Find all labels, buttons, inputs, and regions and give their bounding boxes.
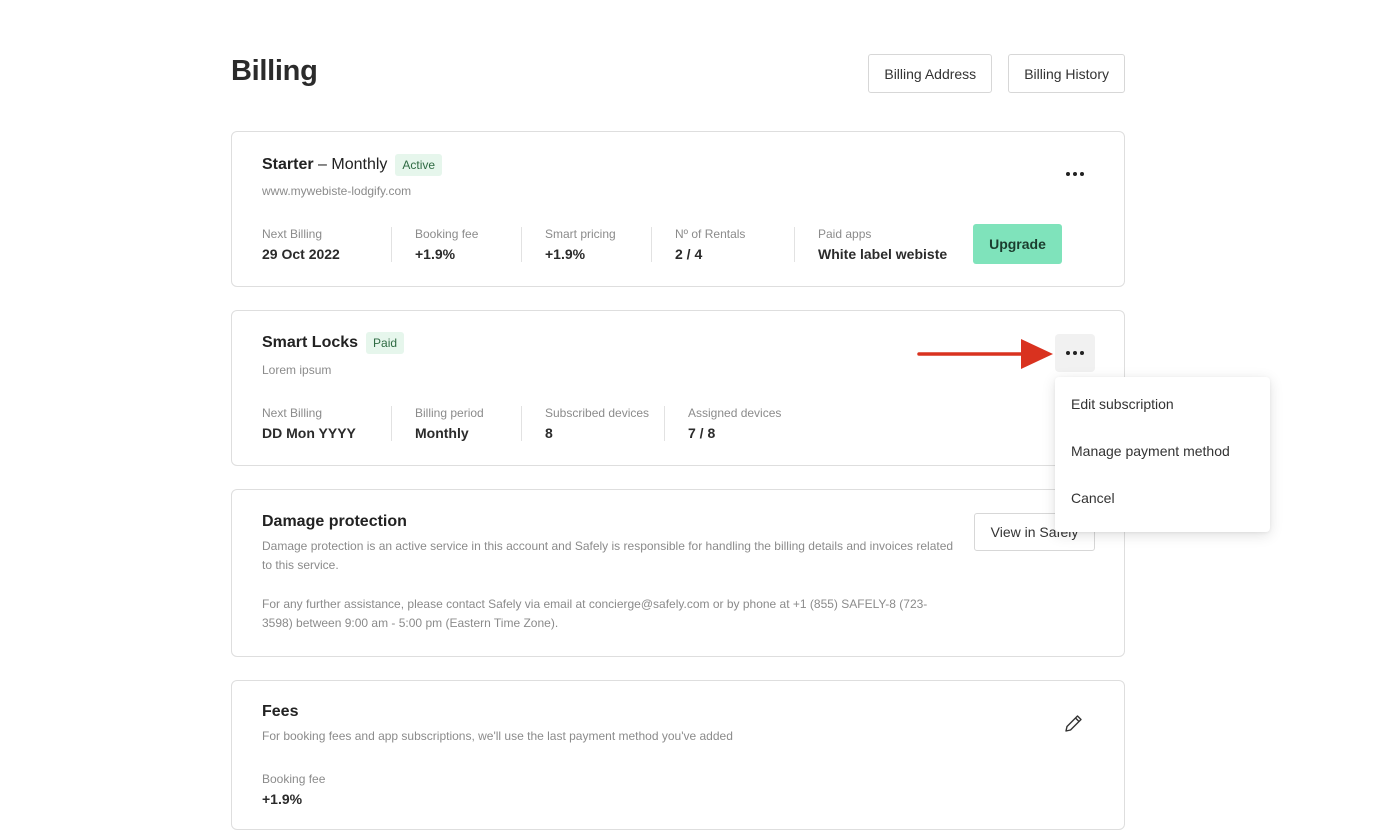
plan-name: Starter [262, 156, 314, 173]
stat-value: 2 / 4 [675, 246, 703, 262]
damage-protection-paragraph-2: For any further assistance, please conta… [262, 597, 928, 630]
status-badge: Active [395, 154, 443, 176]
more-horizontal-icon [1066, 172, 1084, 176]
stat-booking-fee: Booking fee +1.9% [262, 772, 349, 807]
fees-description: For booking fees and app subscriptions, … [262, 729, 733, 743]
stat-value: White label webiste [818, 246, 948, 262]
stat-label: Nº of Rentals [675, 227, 746, 241]
smart-locks-title-row: Smart Locks Paid [262, 332, 405, 354]
fees-title-row: Fees [262, 703, 298, 721]
smart-locks-card: Smart Locks Paid Lorem ipsum Next Billin… [231, 310, 1125, 466]
stat-value: Monthly [415, 425, 469, 441]
stat-label: Paid apps [818, 227, 872, 241]
billing-address-button[interactable]: Billing Address [868, 54, 993, 93]
starter-more-button[interactable] [1055, 155, 1095, 193]
damage-protection-card: Damage protection Damage protection is a… [231, 489, 1125, 657]
billing-history-button[interactable]: Billing History [1008, 54, 1125, 93]
pencil-icon[interactable] [1062, 711, 1086, 735]
stat-value: DD Mon YYYY [262, 425, 356, 441]
fees-stats: Booking fee +1.9% [262, 772, 372, 807]
stat-label: Booking fee [262, 772, 326, 786]
stat-label: Next Billing [262, 227, 323, 241]
stat-smart-pricing: Smart pricing +1.9% [545, 227, 652, 262]
annotation-arrow-icon [917, 339, 1053, 369]
plan-website: www.mywebiste-lodgify.com [262, 184, 412, 198]
plan-title: Starter – Monthly [262, 156, 387, 174]
stat-value: 29 Oct 2022 [262, 246, 340, 262]
plan-title-row: Starter – Monthly Active [262, 154, 443, 176]
subscription-menu: Edit subscription Manage payment method … [1055, 377, 1270, 532]
stat-label: Smart pricing [545, 227, 616, 241]
paid-badge: Paid [366, 332, 405, 354]
fees-card: Fees For booking fees and app subscripti… [231, 680, 1125, 830]
plan-period: – Monthly [318, 156, 388, 173]
stat-next-billing: Next Billing 29 Oct 2022 [262, 227, 392, 262]
stat-booking-fee: Booking fee +1.9% [415, 227, 522, 262]
stat-label: Booking fee [415, 227, 479, 241]
stat-label: Next Billing [262, 406, 323, 420]
stat-value: 8 [545, 425, 553, 441]
smart-locks-description: Lorem ipsum [262, 363, 332, 377]
smart-locks-more-button[interactable] [1055, 334, 1095, 372]
stat-next-billing: Next Billing DD Mon YYYY [262, 406, 392, 441]
fees-title: Fees [262, 703, 299, 720]
menu-item-cancel[interactable]: Cancel [1055, 483, 1270, 530]
page-title: Billing [231, 55, 318, 87]
smart-locks-stats: Next Billing DD Mon YYYY Billing period … [262, 406, 828, 441]
upgrade-button[interactable]: Upgrade [973, 224, 1062, 264]
damage-protection-paragraph-1: Damage protection is an active service i… [262, 539, 954, 572]
stat-label: Assigned devices [688, 406, 782, 420]
stat-paid-apps: Paid apps White label webiste [818, 227, 971, 262]
stat-billing-period: Billing period Monthly [415, 406, 522, 441]
stat-label: Subscribed devices [545, 406, 650, 420]
stat-value: +1.9% [545, 246, 586, 262]
more-horizontal-icon [1066, 351, 1084, 355]
starter-plan-card: Starter – Monthly Active www.mywebiste-l… [231, 131, 1125, 287]
stat-value: 7 / 8 [688, 425, 716, 441]
stat-value: +1.9% [415, 246, 456, 262]
damage-protection-title: Damage protection [262, 513, 407, 530]
stat-rentals: Nº of Rentals 2 / 4 [675, 227, 795, 262]
menu-item-edit-subscription[interactable]: Edit subscription [1055, 389, 1270, 436]
smart-locks-title: Smart Locks [262, 334, 359, 351]
menu-item-manage-payment-method[interactable]: Manage payment method [1055, 436, 1270, 483]
stat-assigned-devices: Assigned devices 7 / 8 [688, 406, 805, 441]
header-actions: Billing Address Billing History [868, 54, 1125, 93]
plan-stats: Next Billing 29 Oct 2022 Booking fee +1.… [262, 227, 994, 262]
stat-label: Billing period [415, 406, 484, 420]
damage-protection-title-row: Damage protection [262, 513, 407, 531]
stat-value: +1.9% [262, 791, 303, 807]
stat-subscribed-devices: Subscribed devices 8 [545, 406, 665, 441]
